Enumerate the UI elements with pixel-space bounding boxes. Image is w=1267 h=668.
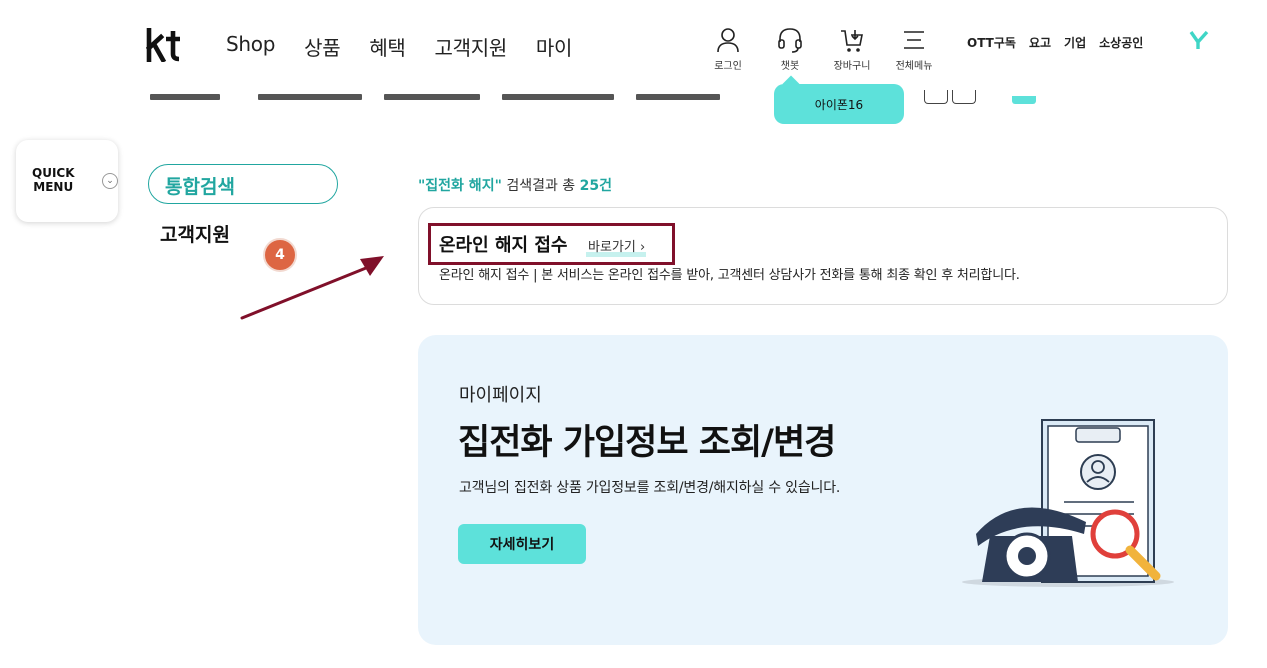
all-menu-label: 전체메뉴 — [895, 61, 933, 72]
result-count: 25건 — [579, 178, 613, 194]
cart-icon — [841, 30, 863, 52]
hidden-keyword — [258, 94, 362, 100]
chatbot-button[interactable]: 챗봇 — [760, 26, 820, 72]
hidden-keyword — [636, 94, 720, 100]
link-small-business[interactable]: 소상공인 — [1099, 34, 1143, 51]
phone-document-illustration-icon — [962, 419, 1174, 587]
nav-support[interactable]: 고객지원 — [435, 32, 508, 61]
nav-benefits[interactable]: 혜택 — [369, 32, 406, 61]
hidden-keyword — [502, 94, 614, 100]
cart-label: 장바구니 — [833, 61, 871, 72]
details-button[interactable]: 자세히보기 — [458, 524, 586, 564]
nav-shop[interactable]: Shop — [226, 32, 275, 61]
result-description: 온라인 해지 접수 | 본 서비스는 온라인 접수를 받아, 고객센터 상담사가… — [439, 268, 1020, 283]
main-nav: Shop 상품 혜택 고객지원 마이 — [226, 32, 572, 61]
link-ott[interactable]: OTT구독 — [967, 34, 1016, 51]
search-query: "집전화 해지" — [418, 178, 502, 194]
nav-my[interactable]: 마이 — [536, 32, 573, 61]
headset-icon — [778, 28, 802, 53]
link-yogo[interactable]: 요고 — [1029, 34, 1051, 51]
banner-subtitle: 마이페이지 — [459, 385, 542, 406]
quick-menu-label: QUICK MENU — [32, 166, 75, 194]
chatbot-label: 챗봇 — [780, 61, 800, 72]
keyword-toggle[interactable] — [1012, 96, 1036, 104]
banner-title: 집전화 가입정보 조회/변경 — [458, 423, 836, 463]
nav-products[interactable]: 상품 — [304, 32, 341, 61]
highlight-box — [428, 223, 675, 265]
step-badge: 4 — [263, 238, 297, 272]
service-links: OTT구독 요고 기업 소상공인 — [967, 34, 1143, 51]
hidden-keyword — [384, 94, 480, 100]
tab-integrated-search-label: 통합검색 — [165, 176, 235, 198]
hidden-keyword — [150, 94, 220, 100]
link-business[interactable]: 기업 — [1064, 34, 1086, 51]
y-logo-icon[interactable] — [1189, 30, 1209, 50]
quick-menu[interactable]: QUICK MENU ⌄ — [16, 140, 118, 222]
login-label: 로그인 — [714, 61, 742, 72]
annotation-arrow — [240, 256, 384, 320]
menu-icon — [904, 31, 924, 49]
chevron-down-icon[interactable]: ⌄ — [102, 173, 118, 189]
promo-tooltip[interactable]: 아이폰16 — [774, 84, 904, 124]
category-customer-support[interactable]: 고객지원 — [160, 220, 230, 247]
all-menu-button[interactable]: 전체메뉴 — [884, 26, 944, 72]
kt-logo[interactable] — [146, 28, 182, 62]
cart-button[interactable]: 장바구니 — [822, 26, 882, 72]
result-summary: "집전화 해지" 검색결과 총 25건 — [418, 175, 612, 195]
prev-keyword-button[interactable] — [924, 90, 948, 104]
next-keyword-button[interactable] — [952, 90, 976, 104]
login-button[interactable]: 로그인 — [698, 26, 758, 72]
summary-text: 검색결과 총 — [501, 178, 580, 194]
tab-integrated-search[interactable]: 통합검색 — [148, 164, 338, 204]
person-icon — [717, 28, 739, 53]
banner-description: 고객님의 집전화 상품 가입정보를 조회/변경/해지하실 수 있습니다. — [459, 480, 841, 496]
